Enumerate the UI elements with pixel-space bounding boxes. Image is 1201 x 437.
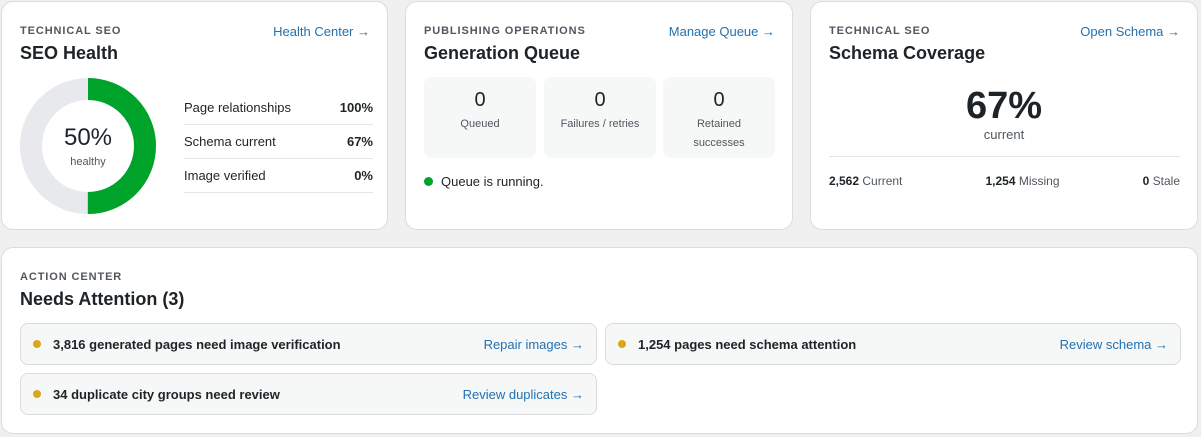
stat-label: Queued bbox=[460, 118, 500, 130]
schema-eyebrow: TECHNICAL SEO bbox=[829, 25, 931, 37]
stat-value: 0 bbox=[594, 89, 606, 111]
schema-title: Schema Coverage bbox=[829, 43, 986, 63]
metric-row: Page relationships 100% bbox=[184, 91, 373, 125]
action-item: 34 duplicate city groups need review Rev… bbox=[20, 373, 597, 415]
warning-dot-icon bbox=[33, 390, 41, 398]
generation-queue-card: PUBLISHING OPERATIONS Generation Queue M… bbox=[405, 1, 793, 230]
schema-stat-missing: 1,254 Missing bbox=[985, 174, 1059, 188]
action-item: 3,816 generated pages need image verific… bbox=[20, 323, 597, 365]
stat-label: Stale bbox=[1152, 174, 1180, 188]
retained-stat: 0 Retained successes bbox=[663, 77, 775, 158]
metric-value: 0% bbox=[354, 168, 373, 183]
schema-coverage-value: 67% bbox=[965, 85, 1043, 127]
metric-value: 67% bbox=[346, 134, 373, 149]
seo-health-metrics: Page relationships 100% Schema current 6… bbox=[184, 91, 373, 193]
donut-value: 50% bbox=[63, 124, 113, 151]
stat-value: 1,254 bbox=[985, 174, 1016, 188]
queued-stat: 0 Queued bbox=[424, 77, 536, 158]
warning-dot-icon bbox=[618, 340, 626, 348]
stat-label: Current bbox=[862, 174, 903, 188]
stat-value: 0 bbox=[713, 89, 725, 111]
action-item-text: 34 duplicate city groups need review bbox=[53, 386, 280, 402]
metric-label: Image verified bbox=[184, 168, 266, 183]
action-item-text: 1,254 pages need schema attention bbox=[638, 336, 857, 352]
action-item-text: 3,816 generated pages need image verific… bbox=[53, 336, 341, 352]
stat-label: Missing bbox=[1018, 174, 1060, 188]
health-center-link[interactable]: Health Center → bbox=[273, 24, 370, 39]
schema-coverage-card: TECHNICAL SEO Schema Coverage Open Schem… bbox=[810, 1, 1198, 230]
action-center-eyebrow: ACTION CENTER bbox=[20, 271, 123, 283]
stat-label: Retained successes bbox=[693, 118, 745, 149]
seo-health-title: SEO Health bbox=[20, 43, 119, 63]
warning-dot-icon bbox=[33, 340, 41, 348]
review-schema-link[interactable]: Review schema → bbox=[1060, 337, 1168, 352]
queue-title: Generation Queue bbox=[424, 43, 581, 63]
status-dot-icon bbox=[424, 177, 433, 186]
metric-value: 100% bbox=[339, 100, 373, 115]
seo-health-card: TECHNICAL SEO SEO Health Health Center →… bbox=[1, 1, 388, 230]
stat-label: Failures / retries bbox=[560, 118, 640, 130]
seo-health-eyebrow: TECHNICAL SEO bbox=[20, 25, 122, 37]
schema-stat-stale: 0 Stale bbox=[1143, 174, 1180, 188]
queue-eyebrow: PUBLISHING OPERATIONS bbox=[424, 25, 586, 37]
action-center-card: ACTION CENTER Needs Attention (3) 3,816 … bbox=[1, 247, 1198, 434]
divider bbox=[829, 156, 1180, 157]
action-center-title: Needs Attention (3) bbox=[20, 289, 185, 309]
schema-stats: 2,562 Current 1,254 Missing 0 Stale bbox=[829, 174, 1180, 188]
metric-row: Image verified 0% bbox=[184, 159, 373, 193]
action-item: 1,254 pages need schema attention Review… bbox=[605, 323, 1181, 365]
queue-status-text: Queue is running. bbox=[441, 174, 544, 189]
review-duplicates-link[interactable]: Review duplicates → bbox=[463, 387, 584, 402]
metric-row: Schema current 67% bbox=[184, 125, 373, 159]
schema-coverage-label: current bbox=[983, 127, 1025, 142]
repair-images-link[interactable]: Repair images → bbox=[484, 337, 584, 352]
metric-label: Schema current bbox=[184, 134, 276, 149]
stat-value: 0 bbox=[1142, 174, 1150, 188]
failures-stat: 0 Failures / retries bbox=[544, 77, 656, 158]
donut-label: healthy bbox=[70, 156, 106, 168]
metric-label: Page relationships bbox=[184, 100, 291, 115]
stat-value: 0 bbox=[474, 89, 486, 111]
schema-stat-current: 2,562 Current bbox=[829, 174, 902, 188]
seo-health-donut: 50% healthy bbox=[19, 77, 157, 215]
open-schema-link[interactable]: Open Schema → bbox=[1080, 24, 1180, 39]
manage-queue-link[interactable]: Manage Queue → bbox=[669, 24, 775, 39]
queue-status: Queue is running. bbox=[424, 174, 544, 189]
stat-value: 2,562 bbox=[829, 174, 860, 188]
